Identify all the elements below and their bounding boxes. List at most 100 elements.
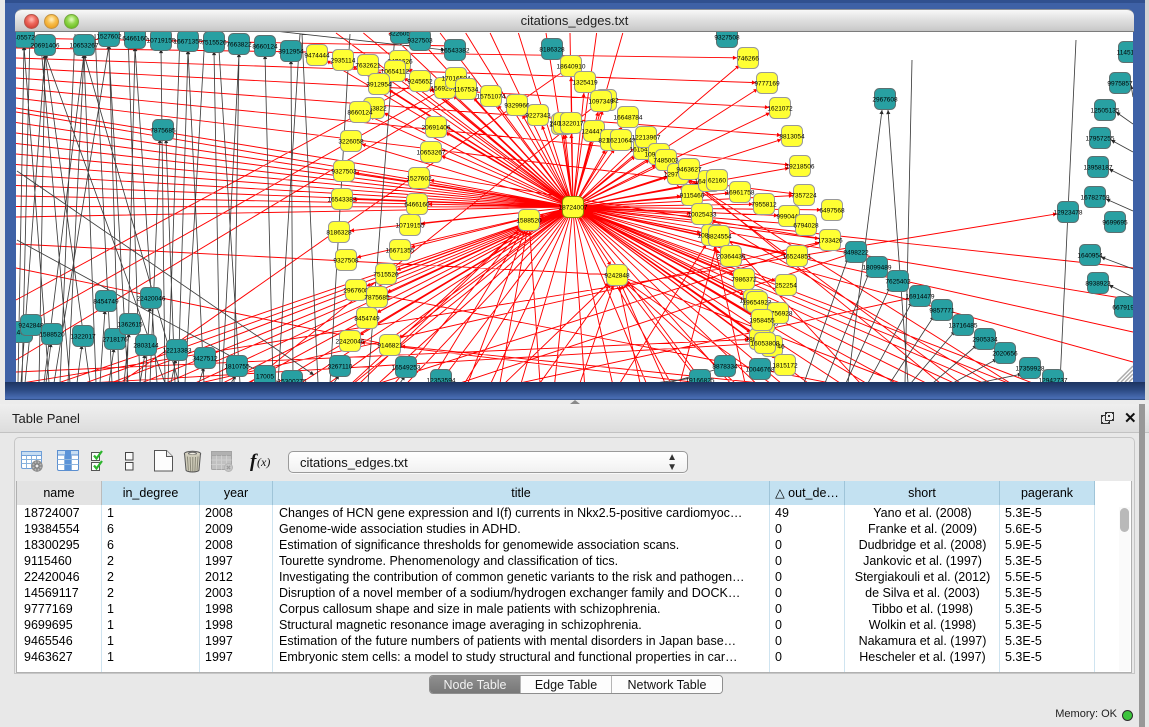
svg-text:6466160: 6466160 xyxy=(404,202,430,209)
svg-text:1322017: 1322017 xyxy=(70,334,96,341)
svg-text:9242848: 9242848 xyxy=(604,273,630,280)
svg-text:9857771: 9857771 xyxy=(929,308,955,315)
svg-text:9245652: 9245652 xyxy=(407,79,433,86)
svg-text:9327508: 9327508 xyxy=(333,258,359,265)
svg-text:2935114: 2935114 xyxy=(331,58,356,65)
svg-text:16543382: 16543382 xyxy=(328,197,357,204)
svg-text:1527602: 1527602 xyxy=(96,34,122,41)
svg-text:1733426: 1733426 xyxy=(817,238,843,245)
svg-text:6679197: 6679197 xyxy=(1112,305,1133,312)
svg-text:13958187: 13958187 xyxy=(1084,165,1113,172)
svg-text:10653267: 10653267 xyxy=(417,150,446,157)
svg-text:6497568: 6497568 xyxy=(819,208,845,215)
svg-text:16648784: 16648784 xyxy=(614,115,643,122)
svg-text:6794028: 6794028 xyxy=(793,223,819,230)
svg-text:2967608: 2967608 xyxy=(343,288,369,295)
svg-text:7357224: 7357224 xyxy=(791,193,817,200)
svg-text:7515526: 7515526 xyxy=(201,40,227,47)
svg-text:2905334: 2905334 xyxy=(972,337,998,344)
svg-text:1322017: 1322017 xyxy=(558,121,584,128)
svg-text:8660124: 8660124 xyxy=(252,44,278,51)
svg-text:16524851: 16524851 xyxy=(783,254,812,261)
svg-text:18640910: 18640910 xyxy=(557,64,586,71)
svg-text:7663822: 7663822 xyxy=(226,42,252,49)
svg-text:16543382: 16543382 xyxy=(441,48,470,55)
svg-text:7632621: 7632621 xyxy=(355,63,381,70)
svg-text:12942737: 12942737 xyxy=(1039,378,1068,383)
svg-text:3427512: 3427512 xyxy=(192,356,218,363)
svg-text:16053809: 16053809 xyxy=(751,341,780,348)
svg-text:9242848: 9242848 xyxy=(18,323,44,330)
svg-text:6466160: 6466160 xyxy=(122,36,148,43)
svg-text:12923478: 12923478 xyxy=(1054,210,1083,217)
svg-text:7515526: 7515526 xyxy=(373,272,399,279)
svg-text:1325419: 1325419 xyxy=(572,80,598,87)
svg-text:19166825: 19166825 xyxy=(686,378,715,383)
svg-text:22420046: 22420046 xyxy=(336,339,365,346)
svg-text:9474444: 9474444 xyxy=(304,53,330,60)
svg-text:15751074: 15751074 xyxy=(477,94,506,101)
svg-text:2718176: 2718176 xyxy=(102,337,128,344)
svg-text:1167534: 1167534 xyxy=(454,87,479,94)
svg-text:9329966: 9329966 xyxy=(504,103,530,110)
svg-text:18724007: 18724007 xyxy=(559,205,588,212)
svg-text:2020656: 2020656 xyxy=(992,351,1018,358)
svg-text:746266: 746266 xyxy=(737,56,759,63)
svg-text:16671355: 16671355 xyxy=(386,248,415,255)
svg-text:8454749: 8454749 xyxy=(354,316,380,323)
svg-text:1145194: 1145194 xyxy=(1117,50,1133,57)
svg-text:1527602: 1527602 xyxy=(406,176,432,183)
svg-text:9975857: 9975857 xyxy=(1107,81,1133,88)
svg-text:1640954: 1640954 xyxy=(1077,253,1103,260)
svg-text:16671355: 16671355 xyxy=(174,39,203,46)
svg-text:9699695: 9699695 xyxy=(1102,220,1128,227)
svg-text:12213383: 12213383 xyxy=(163,348,192,355)
svg-text:3267110: 3267110 xyxy=(328,364,353,371)
svg-text:12505135: 12505135 xyxy=(1091,108,1120,115)
svg-text:8186328: 8186328 xyxy=(539,47,565,54)
svg-text:8660124: 8660124 xyxy=(347,110,373,117)
svg-text:1097349: 1097349 xyxy=(588,99,614,106)
svg-text:16961758: 16961758 xyxy=(726,190,755,197)
svg-text:252254: 252254 xyxy=(775,283,797,290)
svg-text:3824554: 3824554 xyxy=(706,234,732,241)
svg-text:7625402: 7625402 xyxy=(885,279,911,286)
svg-text:22420046: 22420046 xyxy=(137,296,166,303)
svg-text:3912954: 3912954 xyxy=(366,82,392,89)
svg-text:9146821: 9146821 xyxy=(377,343,403,350)
svg-text:9115460: 9115460 xyxy=(680,193,705,200)
svg-text:9777169: 9777169 xyxy=(754,81,780,88)
svg-text:9327508: 9327508 xyxy=(714,35,740,42)
svg-text:9327503: 9327503 xyxy=(407,38,433,45)
svg-text:2803144: 2803144 xyxy=(133,343,159,350)
svg-text:16549253: 16549253 xyxy=(392,365,421,372)
svg-text:15300275: 15300275 xyxy=(278,379,307,383)
svg-text:18099489: 18099489 xyxy=(863,265,892,272)
svg-text:62160: 62160 xyxy=(708,178,726,185)
svg-text:16914479: 16914479 xyxy=(906,294,935,301)
svg-text:10046768: 10046768 xyxy=(746,367,775,374)
svg-text:8938923: 8938923 xyxy=(1085,281,1111,288)
svg-text:10719155: 10719155 xyxy=(147,38,176,45)
svg-text:8813054: 8813054 xyxy=(779,134,805,141)
svg-text:1588520: 1588520 xyxy=(516,218,542,225)
svg-text:9463627: 9463627 xyxy=(676,167,702,174)
svg-text:8186328: 8186328 xyxy=(326,230,352,237)
svg-text:13716485: 13716485 xyxy=(949,323,978,330)
svg-text:3226058: 3226058 xyxy=(338,139,364,146)
svg-text:17359928: 17359928 xyxy=(1016,366,1045,373)
svg-text:1621072: 1621072 xyxy=(767,106,793,113)
svg-text:7875685: 7875685 xyxy=(150,128,176,135)
svg-text:2967608: 2967608 xyxy=(872,97,898,104)
svg-text:17005: 17005 xyxy=(256,374,274,381)
svg-text:9327503: 9327503 xyxy=(331,169,357,176)
svg-text:17957255: 17957255 xyxy=(1086,136,1115,143)
svg-text:12353594: 12353594 xyxy=(427,378,456,383)
svg-text:16782759: 16782759 xyxy=(1081,195,1110,202)
svg-text:12213967: 12213967 xyxy=(632,135,661,142)
svg-text:1815172: 1815172 xyxy=(772,363,798,370)
svg-text:20364436: 20364436 xyxy=(717,254,746,261)
svg-text:7955812: 7955812 xyxy=(751,202,777,209)
svg-text:1588520: 1588520 xyxy=(39,332,65,339)
svg-text:1362615: 1362615 xyxy=(117,322,143,329)
